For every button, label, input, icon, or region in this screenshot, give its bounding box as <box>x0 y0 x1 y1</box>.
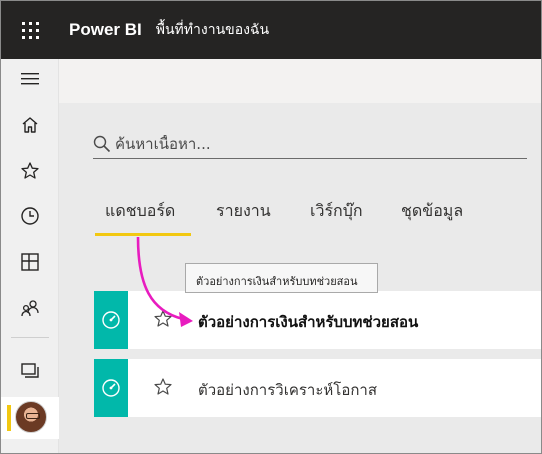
nav-shared-with-me[interactable] <box>1 288 59 328</box>
people-icon <box>21 300 39 317</box>
search-box[interactable] <box>93 129 527 159</box>
dashboard-tile-icon-box <box>94 291 128 349</box>
workspace-name[interactable]: พื้นที่ทำงานของฉัน <box>156 19 269 41</box>
tab-dashboards[interactable]: แดชบอร์ด <box>94 199 192 239</box>
top-header: Power BI พื้นที่ทำงานของฉัน <box>1 1 541 59</box>
favorite-star-icon[interactable] <box>153 309 173 329</box>
nav-home[interactable] <box>1 105 59 145</box>
main-content: แดชบอร์ด รายงาน เวิร์กบุ๊ก ชุดข้อมูล ตัว… <box>59 59 541 453</box>
account-button[interactable] <box>1 397 59 439</box>
waffle-icon <box>21 21 39 39</box>
app-launcher-button[interactable] <box>1 1 59 59</box>
action-bar <box>59 59 541 103</box>
tab-reports[interactable]: รายงาน <box>216 199 271 239</box>
hamburger-icon <box>21 73 39 85</box>
tooltip: ตัวอย่างการเงินสำหรับบทช่วยสอน <box>185 263 378 293</box>
dashboard-name[interactable]: ตัวอย่างการเงินสำหรับบทช่วยสอน <box>198 310 418 334</box>
list-item[interactable]: ตัวอย่างการเงินสำหรับบทช่วยสอน <box>94 291 541 349</box>
nav-collapse-button[interactable] <box>1 59 59 99</box>
nav-recent[interactable] <box>1 196 59 236</box>
dashboard-tile-icon-box <box>94 359 128 417</box>
apps-icon <box>21 253 39 271</box>
star-icon <box>21 162 39 179</box>
tab-workbooks[interactable]: เวิร์กบุ๊ก <box>310 199 363 239</box>
left-nav <box>1 59 59 453</box>
tab-datasets[interactable]: ชุดข้อมูล <box>401 199 463 239</box>
nav-apps[interactable] <box>1 242 59 282</box>
active-indicator <box>7 405 11 431</box>
search-icon <box>93 135 111 152</box>
avatar[interactable] <box>15 401 47 433</box>
home-icon <box>22 117 38 133</box>
nav-workspaces[interactable] <box>1 351 59 391</box>
clock-icon <box>21 207 39 225</box>
dashboard-gauge-icon <box>102 379 120 397</box>
app-title[interactable]: Power BI <box>69 20 142 40</box>
app-window: Power BI พื้นที่ทำงานของฉัน ค้นหาเนื้อหา… <box>0 0 542 454</box>
dashboard-gauge-icon <box>102 311 120 329</box>
favorite-star-icon[interactable] <box>153 377 173 397</box>
search-input[interactable] <box>115 134 515 153</box>
nav-favorites[interactable] <box>1 151 59 191</box>
list-item[interactable]: ตัวอย่างการวิเคราะห์โอกาส <box>94 359 541 417</box>
nav-separator <box>11 337 49 338</box>
workspaces-icon <box>21 363 39 378</box>
dashboard-name[interactable]: ตัวอย่างการวิเคราะห์โอกาส <box>198 378 377 402</box>
